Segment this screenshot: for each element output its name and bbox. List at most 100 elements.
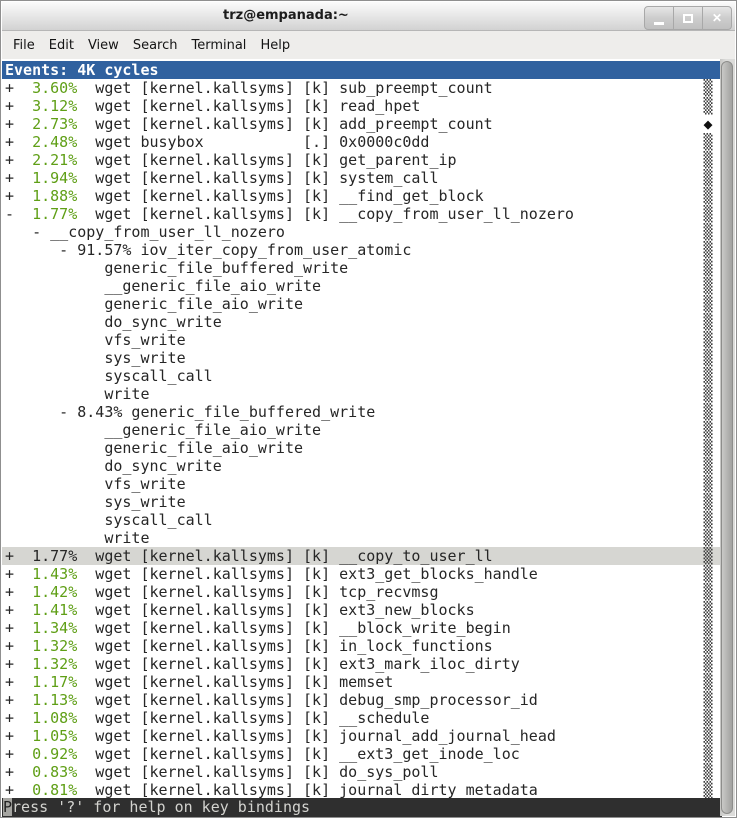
overhead-percent: 1.43%	[32, 565, 77, 583]
row-text: + 1.17% wget [kernel.kallsyms] [k] memse…	[5, 673, 393, 691]
tui-scrollbar-block-icon: ▒	[702, 727, 714, 745]
row-text: - 8.43% generic_file_buffered_write	[5, 403, 375, 421]
close-icon: ✕	[712, 12, 722, 24]
callchain-row[interactable]: do_sync_write▒	[2, 457, 722, 475]
row-text: + 3.12% wget [kernel.kallsyms] [k] read_…	[5, 97, 420, 115]
perf-entry-row[interactable]: + 1.17% wget [kernel.kallsyms] [k] memse…	[2, 673, 722, 691]
perf-entry-row[interactable]: + 0.81% wget [kernel.kallsyms] [k] journ…	[2, 781, 722, 799]
callchain-row[interactable]: write▒	[2, 385, 722, 403]
overhead-percent: 0.92%	[32, 745, 77, 763]
tui-scrollbar-block-icon: ▒	[702, 169, 714, 187]
overhead-percent: 1.08%	[32, 709, 77, 727]
row-text: __generic_file_aio_write	[5, 277, 321, 295]
menu-terminal[interactable]: Terminal	[184, 34, 253, 57]
perf-entry-row[interactable]: + 1.32% wget [kernel.kallsyms] [k] in_lo…	[2, 637, 722, 655]
menu-help[interactable]: Help	[253, 34, 297, 57]
callchain-row[interactable]: generic_file_aio_write▒	[2, 295, 722, 313]
perf-entry-row[interactable]: + 2.48% wget busybox [.] 0x0000c0dd▒	[2, 133, 722, 151]
perf-entry-row[interactable]: + 1.42% wget [kernel.kallsyms] [k] tcp_r…	[2, 583, 722, 601]
overhead-percent: 1.88%	[32, 187, 77, 205]
close-button[interactable]: ✕	[702, 6, 732, 30]
perf-entry-row[interactable]: + 2.73% wget [kernel.kallsyms] [k] add_p…	[2, 115, 722, 133]
row-text: + 1.94% wget [kernel.kallsyms] [k] syste…	[5, 169, 438, 187]
tui-scrollbar-block-icon: ▒	[702, 259, 714, 277]
perf-entry-row[interactable]: + 1.41% wget [kernel.kallsyms] [k] ext3_…	[2, 601, 722, 619]
overhead-percent: 3.12%	[32, 97, 77, 115]
row-text: vfs_write	[5, 475, 186, 493]
row-text: + 1.41% wget [kernel.kallsyms] [k] ext3_…	[5, 601, 475, 619]
minimize-icon	[654, 22, 664, 25]
tui-scrollbar-block-icon: ▒	[702, 637, 714, 655]
callchain-row[interactable]: - 91.57% iov_iter_copy_from_user_atomic ▒	[2, 241, 722, 259]
overhead-percent: 1.42%	[32, 583, 77, 601]
callchain-row[interactable]: - 8.43% generic_file_buffered_write ▒	[2, 403, 722, 421]
tui-scrollbar-block-icon: ▒	[702, 601, 714, 619]
callchain-row[interactable]: vfs_write ▒	[2, 475, 722, 493]
perf-entry-row[interactable]: + 1.94% wget [kernel.kallsyms] [k] syste…	[2, 169, 722, 187]
row-text: vfs_write	[5, 331, 186, 349]
overhead-percent: 0.81%	[32, 781, 77, 799]
perf-entry-row[interactable]: + 3.12% wget [kernel.kallsyms] [k] read_…	[2, 97, 722, 115]
callchain-row[interactable]: write▒	[2, 529, 722, 547]
perf-entry-row[interactable]: + 0.83% wget [kernel.kallsyms] [k] do_sy…	[2, 763, 722, 781]
callchain-row[interactable]: __generic_file_aio_write▒	[2, 277, 722, 295]
maximize-button[interactable]	[673, 6, 703, 30]
tui-scrollbar-block-icon: ▒	[702, 475, 714, 493]
tui-scrollbar-block-icon: ▒	[702, 349, 714, 367]
overhead-percent: 1.13%	[32, 691, 77, 709]
callchain-row[interactable]: generic_file_buffered_write▒	[2, 259, 722, 277]
tui-scrollbar-block-icon: ▒	[702, 421, 714, 439]
minimize-button[interactable]	[644, 6, 674, 30]
row-text: + 1.32% wget [kernel.kallsyms] [k] ext3_…	[5, 655, 520, 673]
tui-scrollbar-block-icon: ▒	[702, 439, 714, 457]
perf-entry-row[interactable]: + 0.92% wget [kernel.kallsyms] [k] __ext…	[2, 745, 722, 763]
titlebar[interactable]: trz@empanada:~ ✕	[2, 2, 735, 31]
perf-entry-row[interactable]: + 1.43% wget [kernel.kallsyms] [k] ext3_…	[2, 565, 722, 583]
row-text: syscall_call	[5, 511, 213, 529]
overhead-percent: 1.94%	[32, 169, 77, 187]
row-text: __generic_file_aio_write	[5, 421, 321, 439]
tui-scrollbar-block-icon: ▒	[702, 583, 714, 601]
callchain-row[interactable]: __generic_file_aio_write ▒	[2, 421, 722, 439]
perf-entry-row[interactable]: + 1.34% wget [kernel.kallsyms] [k] __blo…	[2, 619, 722, 637]
menu-file[interactable]: File	[6, 34, 42, 57]
menu-view[interactable]: View	[81, 34, 126, 57]
row-text: + 1.88% wget [kernel.kallsyms] [k] __fin…	[5, 187, 484, 205]
tui-scrollbar-block-icon: ▒	[702, 205, 714, 223]
scrollbar[interactable]	[720, 59, 735, 816]
callchain-row[interactable]: syscall_call▒	[2, 367, 722, 385]
callchain-row[interactable]: - __copy_from_user_ll_nozero▒	[2, 223, 722, 241]
perf-entry-row[interactable]: + 1.32% wget [kernel.kallsyms] [k] ext3_…	[2, 655, 722, 673]
perf-entry-row[interactable]: + 1.08% wget [kernel.kallsyms] [k] __sch…	[2, 709, 722, 727]
tui-scrollbar-block-icon: ▒	[702, 241, 714, 259]
callchain-row[interactable]: sys_write▒	[2, 349, 722, 367]
callchain-row[interactable]: do_sync_write▒	[2, 313, 722, 331]
menu-search[interactable]: Search	[126, 34, 185, 57]
menubar: File Edit View Search Terminal Help	[2, 31, 735, 59]
callchain-row[interactable]: syscall_call ▒	[2, 511, 722, 529]
scrollbar-thumb[interactable]	[721, 61, 733, 814]
tui-scrollbar-block-icon: ▒	[702, 511, 714, 529]
perf-entry-row[interactable]: - 1.77% wget [kernel.kallsyms] [k] __cop…	[2, 205, 722, 223]
tui-scrollbar-block-icon: ▒	[702, 403, 714, 421]
perf-entry-row[interactable]: + 3.60% wget [kernel.kallsyms] [k] sub_p…	[2, 79, 722, 97]
terminal-screen[interactable]: Events: 4K cycles + 3.60% wget [kernel.k…	[2, 59, 722, 799]
row-text: - 91.57% iov_iter_copy_from_user_atomic	[5, 241, 411, 259]
tui-scrollbar-block-icon: ▒	[702, 367, 714, 385]
tui-scrollbar-block-icon: ▒	[702, 619, 714, 637]
overhead-percent: 2.48%	[32, 133, 77, 151]
perf-entry-row[interactable]: + 1.05% wget [kernel.kallsyms] [k] journ…	[2, 727, 722, 745]
perf-entry-row[interactable]: + 1.77% wget [kernel.kallsyms] [k] __cop…	[2, 547, 720, 565]
callchain-row[interactable]: generic_file_aio_write▒	[2, 439, 722, 457]
row-text: + 1.77% wget [kernel.kallsyms] [k] __cop…	[5, 547, 493, 565]
tui-scrollbar-block-icon: ▒	[702, 133, 714, 151]
row-text: + 1.34% wget [kernel.kallsyms] [k] __blo…	[5, 619, 511, 637]
perf-entry-row[interactable]: + 1.13% wget [kernel.kallsyms] [k] debug…	[2, 691, 722, 709]
row-text: + 0.92% wget [kernel.kallsyms] [k] __ext…	[5, 745, 520, 763]
perf-entry-row[interactable]: + 1.88% wget [kernel.kallsyms] [k] __fin…	[2, 187, 722, 205]
tui-scrollbar-block-icon: ▒	[702, 763, 714, 781]
perf-entry-row[interactable]: + 2.21% wget [kernel.kallsyms] [k] get_p…	[2, 151, 722, 169]
callchain-row[interactable]: vfs_write▒	[2, 331, 722, 349]
callchain-row[interactable]: sys_write▒	[2, 493, 722, 511]
menu-edit[interactable]: Edit	[42, 34, 81, 57]
